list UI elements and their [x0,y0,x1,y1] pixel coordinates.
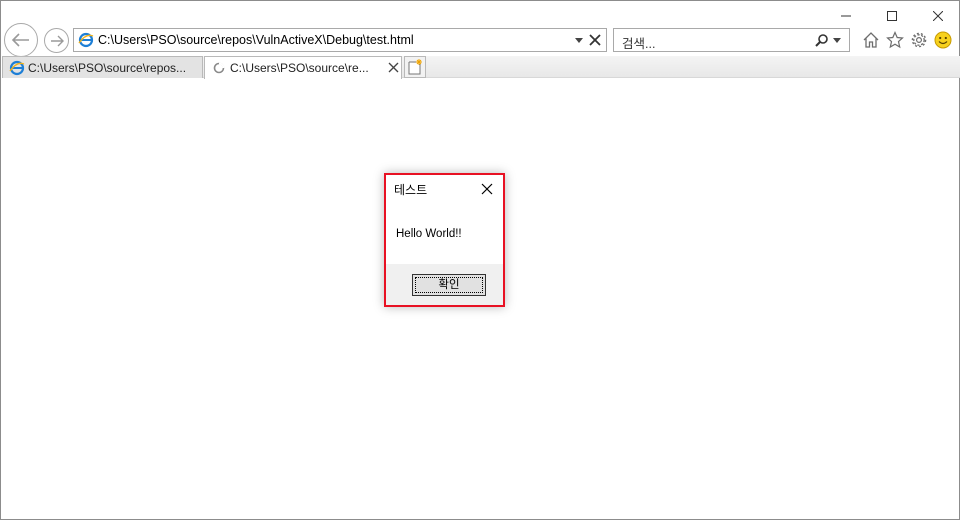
tab-test-html-2[interactable]: C:\Users\PSO\source\re... [204,56,402,79]
search-input[interactable]: 검색... [613,28,850,52]
arrow-left-icon [11,33,29,47]
ok-button[interactable]: 확인 [412,274,486,296]
ie-icon [78,32,94,48]
chevron-down-icon[interactable] [832,35,842,45]
close-tab-icon[interactable] [388,62,399,73]
gear-icon[interactable] [909,30,929,50]
smiley-icon[interactable] [933,30,953,50]
dialog-message: Hello World!! [396,228,462,240]
back-button[interactable] [4,23,38,57]
maximize-icon [887,11,897,21]
star-icon[interactable] [885,30,905,50]
tab-test-html-1[interactable]: C:\Users\PSO\source\repos... [2,56,203,78]
stop-icon[interactable] [589,34,601,46]
close-icon[interactable] [481,183,493,195]
search-icon[interactable] [815,33,829,47]
browser-window: C:\Users\PSO\source\repos\VulnActiveX\De… [0,0,960,520]
address-bar[interactable]: C:\Users\PSO\source\repos\VulnActiveX\De… [73,28,607,52]
home-icon[interactable] [861,30,881,50]
new-tab-button[interactable] [404,56,426,78]
minimize-button[interactable] [823,3,869,29]
dialog-title: 테스트 [394,183,428,197]
ie-icon [9,60,25,76]
tab-label: C:\Users\PSO\source\re... [230,61,369,75]
close-window-button[interactable] [915,3,960,29]
chevron-down-icon[interactable] [573,34,585,46]
alert-dialog: 테스트 Hello World!! 확인 [384,173,505,307]
close-icon [933,11,943,21]
new-tab-icon [408,59,422,75]
minimize-icon [841,15,851,17]
tab-label: C:\Users\PSO\source\repos... [28,61,187,75]
tab-strip: C:\Users\PSO\source\repos... C:\Users\PS… [2,56,960,79]
search-placeholder: 검색... [622,37,656,51]
address-text: C:\Users\PSO\source\repos\VulnActiveX\De… [98,33,414,47]
arrow-right-icon [50,35,64,46]
dialog-footer: 확인 [386,264,503,305]
loading-icon [213,62,225,74]
forward-button[interactable] [44,28,69,53]
maximize-button[interactable] [869,3,915,29]
